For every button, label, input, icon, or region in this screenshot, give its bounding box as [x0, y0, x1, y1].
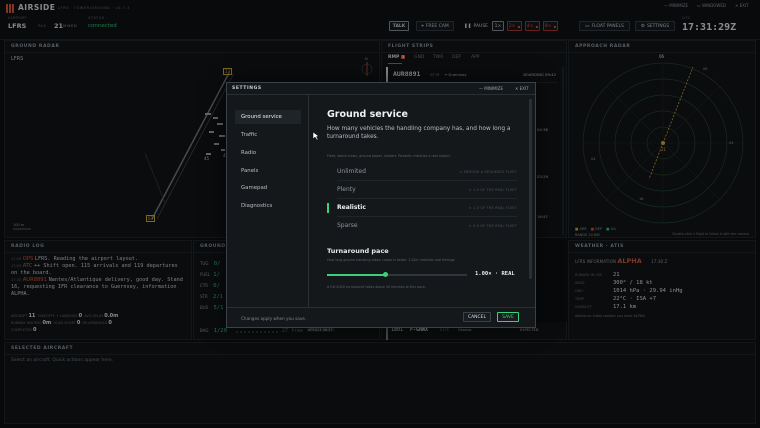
modal-exit-label: EXIT	[519, 86, 529, 91]
pace-slider[interactable]	[327, 272, 467, 278]
pace-slider-handle[interactable]	[383, 272, 389, 277]
settings-sidebar: Ground service Traffic Radio Panels Game…	[227, 95, 309, 307]
footer-note: Changes apply when you save.	[241, 316, 307, 321]
option-desc: × 0.6 OF THE REAL FLEET	[468, 224, 517, 228]
cursor-icon	[312, 131, 320, 141]
nav-radio[interactable]: Radio	[235, 146, 301, 160]
option-unlimited[interactable]: Unlimited × ENOUGH A SEQUENCE FLEET	[327, 165, 517, 181]
modal-exit-button[interactable]: ✕ EXIT	[515, 86, 529, 91]
option-desc: × 1.0 OF THE REAL FLEET	[468, 206, 517, 210]
nav-diagnostics[interactable]: Diagnostics	[235, 199, 301, 213]
option-name: Sparse	[337, 222, 358, 229]
cancel-button[interactable]: CANCEL	[463, 312, 491, 322]
option-desc: × ENOUGH A SEQUENCE FLEET	[459, 170, 517, 174]
settings-titlebar: SETTINGS — MINIMIZE ✕ EXIT	[227, 83, 535, 95]
nav-panels[interactable]: Panels	[235, 164, 301, 178]
nav-ground-service[interactable]: Ground service	[235, 110, 301, 124]
section-description: How many vehicles the handling company h…	[327, 126, 511, 140]
pace-slider-fill	[327, 274, 386, 276]
save-button[interactable]: SAVE	[497, 312, 519, 322]
pace-title: Turnaround pace	[327, 247, 389, 255]
option-realistic[interactable]: Realistic × 1.0 OF THE REAL FLEET	[327, 201, 517, 217]
settings-scrollbar[interactable]	[529, 99, 532, 279]
option-name: Unlimited	[337, 168, 366, 175]
settings-content: Ground service How many vehicles the han…	[309, 95, 535, 307]
section-heading: Ground service	[327, 109, 408, 120]
settings-footer: Changes apply when you save. CANCEL SAVE	[227, 307, 535, 329]
pace-value: 1.00× · REAL	[475, 271, 515, 277]
option-desc: × 1.5 OF THE REAL FLEET	[468, 188, 517, 192]
nav-gamepad[interactable]: Gamepad	[235, 181, 301, 195]
modal-minimize-button[interactable]: — MINIMIZE	[479, 86, 503, 91]
option-plenty[interactable]: Plenty × 1.5 OF THE REAL FLEET	[327, 183, 517, 199]
option-sparse[interactable]: Sparse × 0.6 OF THE REAL FLEET	[327, 219, 517, 233]
pace-hint: How long ground handling takes. Lower is…	[327, 258, 456, 262]
selected-indicator	[327, 203, 329, 213]
option-name: Realistic	[337, 204, 366, 211]
settings-modal-title: SETTINGS	[232, 86, 262, 91]
option-name: Plenty	[337, 186, 356, 193]
modal-minimize-label: MINIMIZE	[484, 86, 503, 91]
fleet-hint: Fleet, stand crews, ground power, loader…	[327, 154, 451, 158]
nav-traffic[interactable]: Traffic	[235, 128, 301, 142]
pace-footnote: A full A320 turnaround takes about 45 mi…	[327, 285, 426, 289]
settings-modal: SETTINGS — MINIMIZE ✕ EXIT Ground servic…	[226, 82, 536, 328]
